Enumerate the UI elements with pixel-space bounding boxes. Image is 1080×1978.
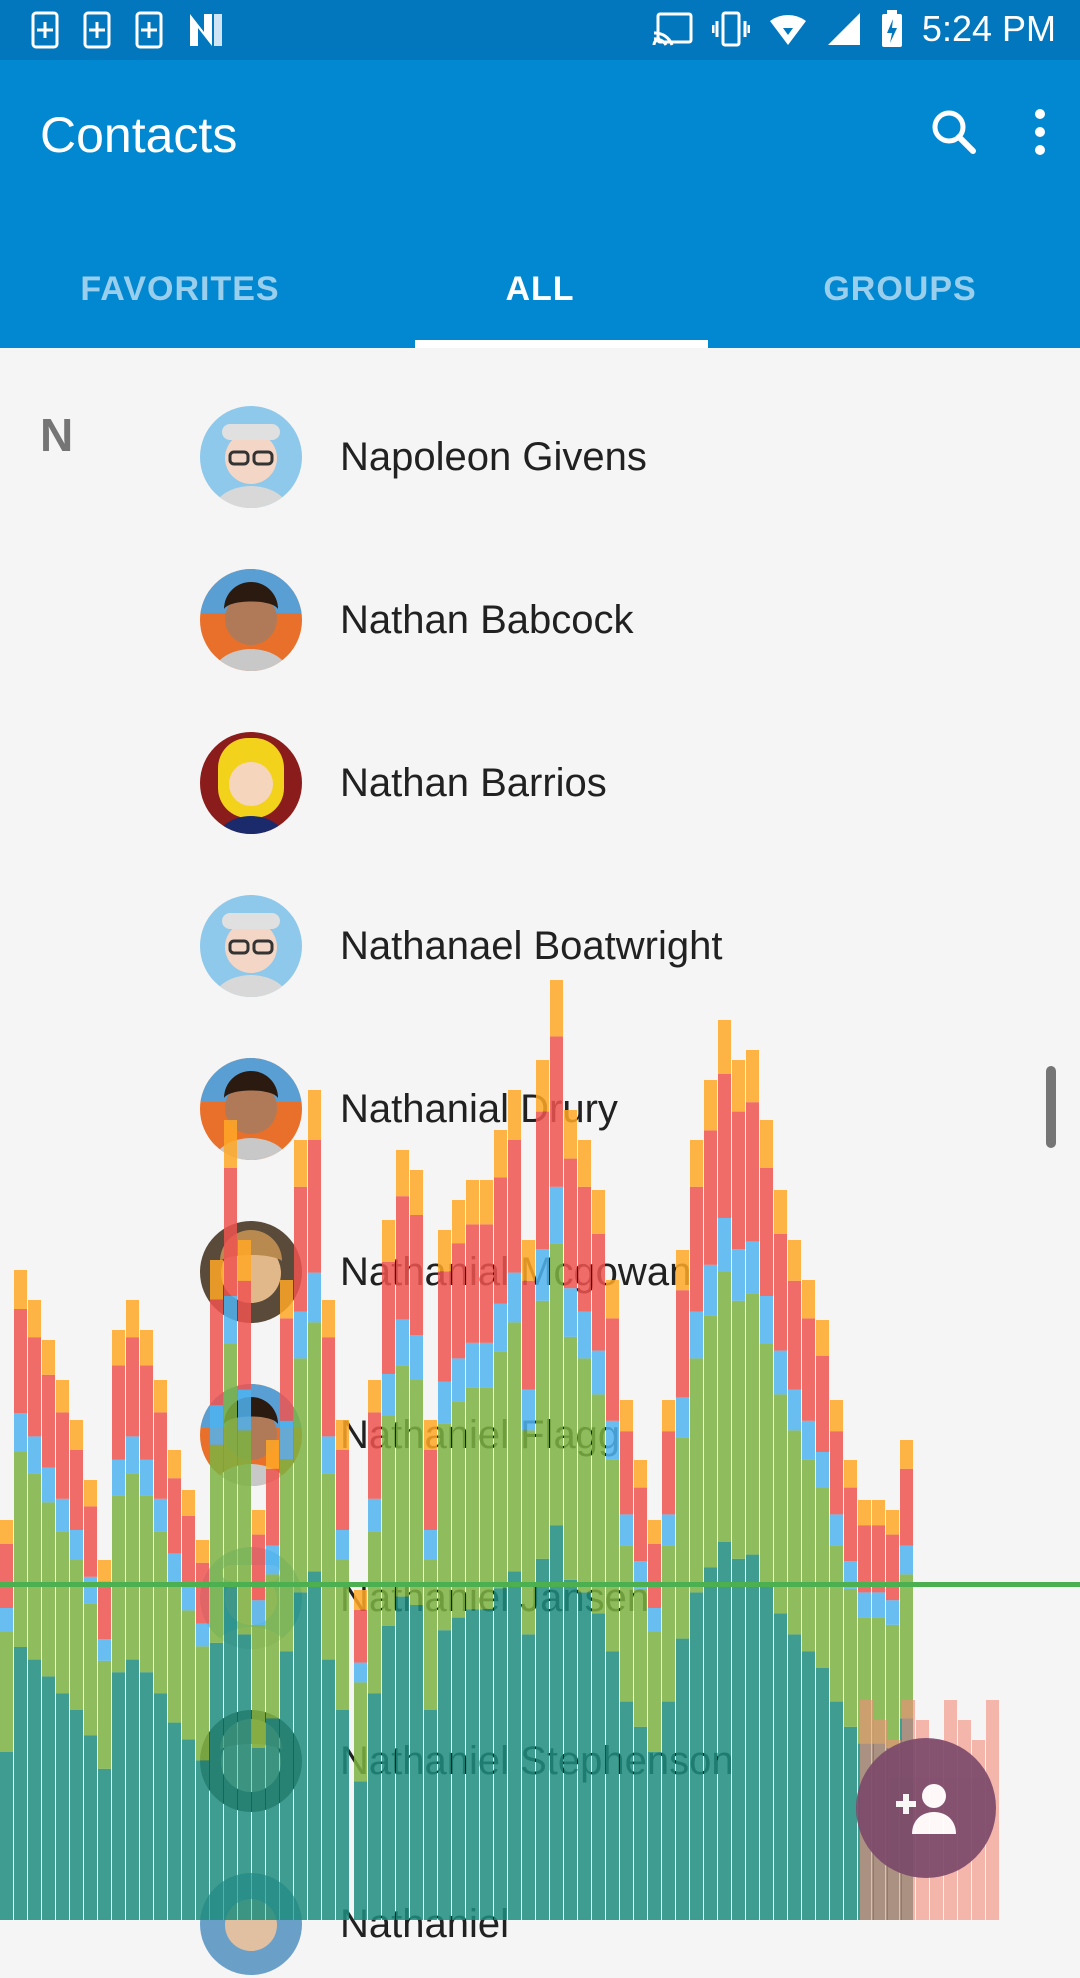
- list-item[interactable]: Nathanial Mcgowan: [0, 1163, 1080, 1326]
- contact-name: Nathaniel Jansen: [340, 1576, 650, 1620]
- list-item[interactable]: Nathanael Boatwright: [0, 837, 1080, 1000]
- sim-add-icon: [135, 11, 163, 49]
- tab-bar: FAVORITES ALL GROUPS: [0, 230, 1080, 348]
- avatar: [200, 732, 302, 834]
- avatar: [200, 406, 302, 508]
- contact-name: Nathaniel Stephenson: [340, 1739, 734, 1783]
- tab-indicator: [415, 340, 708, 348]
- list-item[interactable]: Nathaniel Jansen: [0, 1489, 1080, 1652]
- contact-name: Napoleon Givens: [340, 435, 647, 479]
- tab-all[interactable]: ALL: [360, 230, 720, 348]
- contact-name: Nathanial Mcgowan: [340, 1250, 692, 1294]
- n-logo-icon: [190, 14, 222, 46]
- list-item[interactable]: Nathan Barrios: [0, 674, 1080, 837]
- add-contact-button[interactable]: [856, 1738, 996, 1878]
- avatar: [200, 1384, 302, 1486]
- app-bar: Contacts FAVORITES ALL GROUPS: [0, 60, 1080, 348]
- signal-icon: [827, 13, 860, 45]
- avatar: [200, 1058, 302, 1160]
- sim-add-icon: [31, 11, 59, 49]
- clock: 5:24 PM: [921, 8, 1056, 49]
- battery-charging-icon: [881, 10, 902, 47]
- tab-groups[interactable]: GROUPS: [720, 230, 1080, 348]
- cast-icon: [652, 12, 693, 46]
- contact-name: Nathanael Boatwright: [340, 924, 723, 968]
- avatar: [200, 1873, 302, 1975]
- fast-scroll-thumb[interactable]: [1046, 1066, 1056, 1148]
- avatar: [200, 1710, 302, 1812]
- sim-add-icon: [83, 11, 111, 49]
- contact-name: Nathaniel Flagg: [340, 1413, 621, 1457]
- list-item[interactable]: Nathan Babcock: [0, 511, 1080, 674]
- avatar: [200, 1221, 302, 1323]
- wifi-icon: [769, 14, 806, 45]
- contact-list: N Napoleon Givens Nathan Babcock Nathan …: [0, 348, 1080, 1978]
- list-item[interactable]: Nathanial Drury: [0, 1000, 1080, 1163]
- avatar: [200, 895, 302, 997]
- vibrate-icon: [711, 11, 750, 47]
- contact-name: Nathanial Drury: [340, 1087, 618, 1131]
- system-icons: 5:24 PM: [652, 8, 1056, 50]
- app-bar-actions: [924, 102, 1060, 162]
- tab-favorites[interactable]: FAVORITES: [0, 230, 360, 348]
- contact-name: Nathaniel: [340, 1902, 510, 1946]
- avatar: [200, 569, 302, 671]
- list-item[interactable]: N Napoleon Givens: [0, 348, 1080, 511]
- notification-icons: [30, 10, 226, 50]
- avatar: [200, 1547, 302, 1649]
- section-header: N: [40, 409, 74, 461]
- status-bar: 5:24 PM: [0, 0, 1080, 60]
- add-contact-icon: [896, 1784, 956, 1834]
- contact-name: Nathan Barrios: [340, 761, 607, 805]
- more-vert-icon[interactable]: [1020, 102, 1060, 162]
- contact-name: Nathan Babcock: [340, 598, 634, 642]
- search-icon[interactable]: [924, 102, 984, 162]
- page-title: Contacts: [40, 107, 238, 163]
- list-item[interactable]: Nathaniel Flagg: [0, 1326, 1080, 1489]
